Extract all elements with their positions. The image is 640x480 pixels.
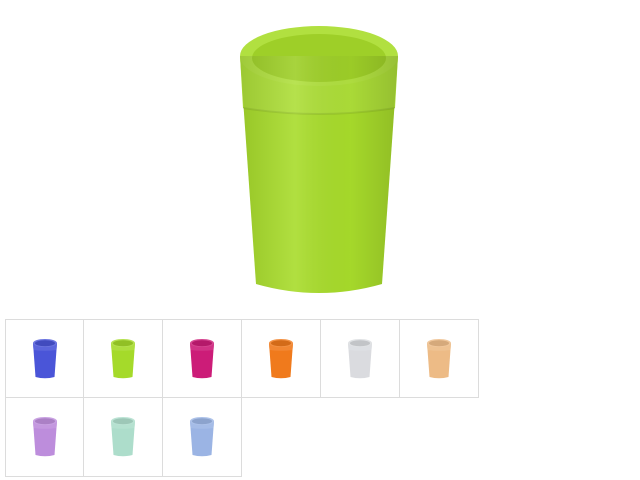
cup-icon [348,338,372,378]
color-thumbnail[interactable] [400,319,479,398]
color-thumbnail[interactable] [242,319,321,398]
color-thumbnail[interactable] [84,319,163,398]
cup-icon [240,26,398,293]
cup-icon [32,417,57,457]
color-thumbnail[interactable] [5,398,84,477]
color-variant-grid [5,319,479,477]
cup-icon [32,338,57,378]
cup-icon [111,417,135,457]
main-product-image [236,22,402,300]
color-thumbnail[interactable] [163,319,242,398]
color-thumbnail[interactable] [163,398,242,477]
color-thumbnail[interactable] [321,319,400,398]
product-gallery [0,0,640,480]
cup-icon [190,417,214,457]
cup-icon [427,338,451,378]
cup-icon [269,338,293,378]
cup-icon [111,338,135,378]
color-thumbnail[interactable] [84,398,163,477]
cup-icon [190,338,214,378]
color-thumbnail[interactable] [5,319,84,398]
